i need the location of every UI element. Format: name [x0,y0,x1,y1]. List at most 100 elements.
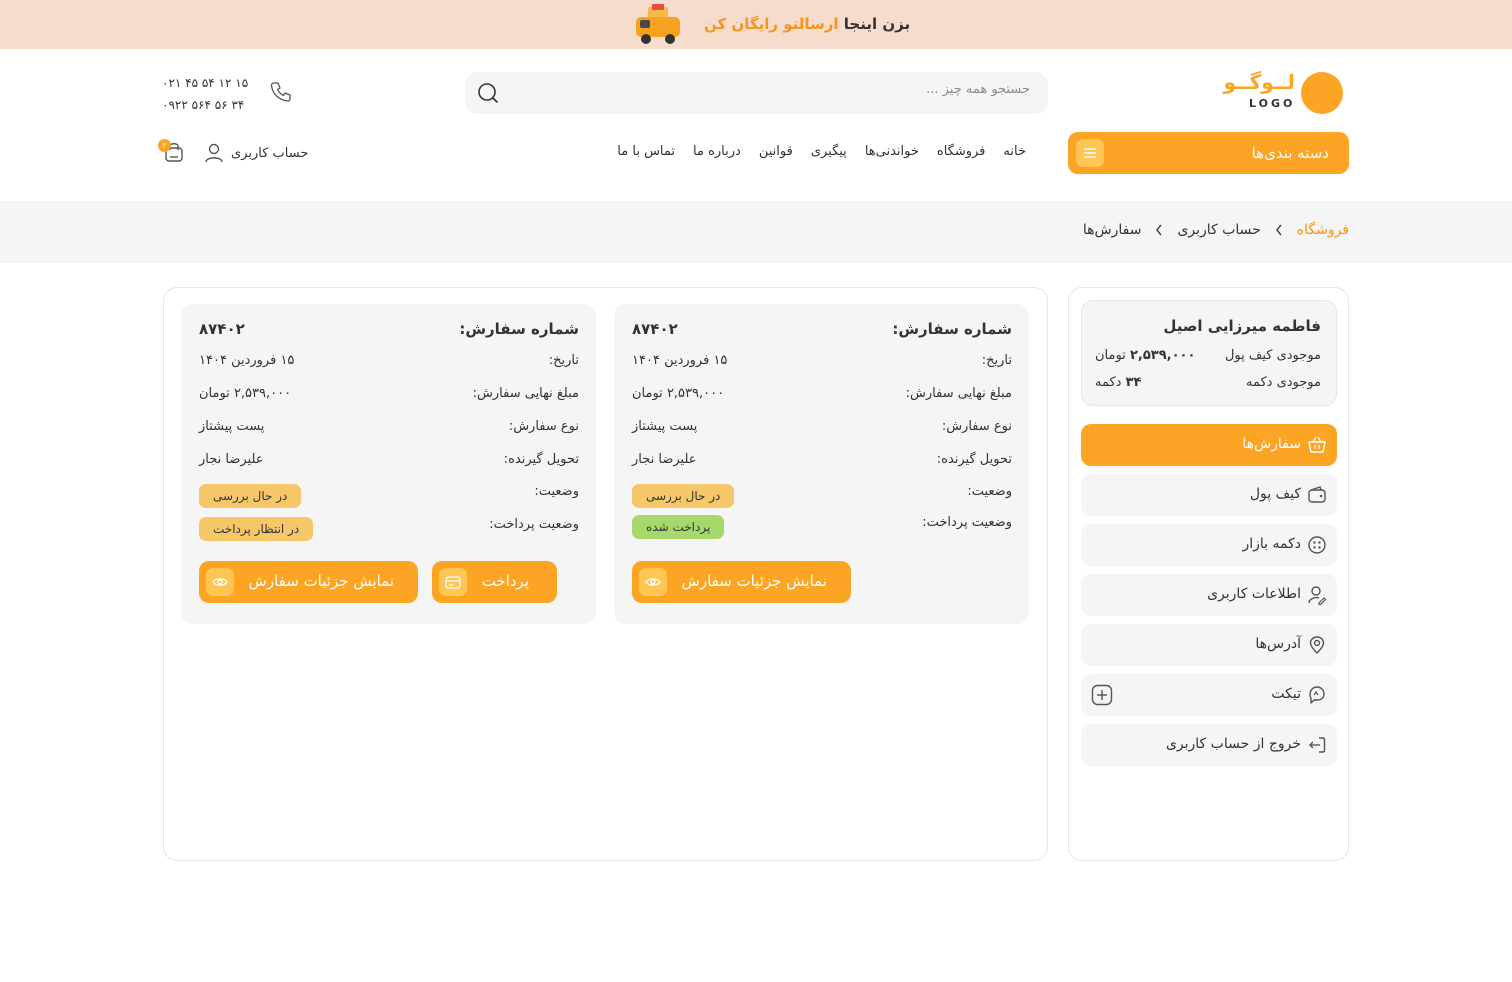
categories-button[interactable]: دسته بندی‌ها [1068,132,1349,174]
sidebar-item-label: اطلاعات کاربری [1207,586,1301,602]
payment-status-badge: پرداخت شده [632,515,725,539]
order-number-label: شماره سفارش: [459,320,579,338]
order-amount-label: مبلغ نهایی سفارش: [472,386,579,401]
phone-icon [270,82,291,102]
phone-number-2[interactable]: ۰۹۲۲ ۵۶۴ ۵۶ ۳۴ [162,94,272,116]
menu-item-home[interactable]: خانه [1003,144,1026,159]
cart-count-badge: ۲ [158,139,171,152]
sidebar-item-addresses[interactable]: آدرس‌ها [1081,624,1337,666]
wallet-balance-label: موجودی کیف پول [1224,348,1321,363]
order-status-badge: در حال بررسی [632,484,735,508]
menu-item-rules[interactable]: قوانین [759,144,793,159]
coin-balance-unit: دکمه [1095,375,1122,390]
account-link[interactable]: حساب کاربری [203,142,308,164]
order-status-label: وضعیت: [534,484,579,499]
order-card: شماره سفارش: ۸۷۴۰۲ تاریخ: ۱۵ فروردین ۱۴۰… [614,304,1029,624]
order-date: ۱۵ فروردین ۱۴۰۴ [199,353,295,368]
categories-label: دسته بندی‌ها [1251,144,1329,162]
sidebar-item-ticket[interactable]: تیکت [1081,674,1337,716]
ticket-icon [1309,686,1325,704]
sidebar-item-orders[interactable]: سفارش‌ها [1081,424,1337,466]
order-receiver-label: تحویل گیرنده: [503,452,579,467]
banner-text[interactable]: بزن اینجا ارسالتو رایگان کن [704,15,910,33]
search-icon[interactable] [477,82,499,104]
user-edit-icon [1308,586,1327,605]
promo-banner[interactable]: بزن اینجا ارسالتو رایگان کن [0,0,1512,49]
order-date-label: تاریخ: [981,353,1012,368]
sidebar-item-wallet[interactable]: کیف پول [1081,474,1337,516]
sidebar-item-logout[interactable]: خروج از حساب کاربری [1081,724,1337,766]
order-number-label: شماره سفارش: [892,320,1012,338]
user-icon [205,143,223,163]
sidebar-item-profile[interactable]: اطلاعات کاربری [1081,574,1337,616]
main-menu: خانه فروشگاه خواندنی‌ها پیگیری قوانین در… [617,144,1026,159]
account-sidebar: فاطمه میرزایی اصیل موجودی کیف پول ۲,۵۳۹,… [1068,287,1349,861]
coin-balance-label: موجودی دکمه [1246,375,1321,390]
order-amount: ۲,۵۳۹,۰۰۰ تومان [632,386,725,401]
pay-button[interactable]: پرداخت [432,561,557,603]
breadcrumb-orders: سفارش‌ها [1082,222,1142,238]
menu-item-blog[interactable]: خواندنی‌ها [865,144,919,159]
payment-status-label: وضعیت پرداخت: [489,517,579,532]
order-details-label: نمایش جزئیات سفارش [681,572,827,590]
sidebar-item-label: سفارش‌ها [1242,436,1301,452]
banner-prefix: بزن اینجا [843,15,911,33]
eye-icon [639,568,667,596]
logo-text[interactable]: لــوگــو [1219,70,1295,94]
wallet-balance-unit: تومان [1095,348,1126,363]
eye-icon [206,568,234,596]
delivery-truck-icon [636,4,680,44]
order-details-button[interactable]: نمایش جزئیات سفارش [199,561,418,603]
breadcrumb-bar: فروشگاه حساب کاربری سفارش‌ها [0,201,1512,263]
basket-icon [1308,436,1326,453]
breadcrumb-shop[interactable]: فروشگاه [1297,222,1349,238]
profile-card: فاطمه میرزایی اصیل موجودی کیف پول ۲,۵۳۹,… [1081,300,1337,406]
order-receiver: علیرضا نجار [632,452,697,467]
phone-numbers: ۰۲۱ ۴۵ ۵۴ ۱۲ ۱۵ ۰۹۲۲ ۵۶۴ ۵۶ ۳۴ [162,72,272,116]
breadcrumb: فروشگاه حساب کاربری سفارش‌ها [1083,222,1349,238]
menu-item-contact[interactable]: تماس با ما [617,144,675,159]
add-ticket-icon[interactable] [1091,684,1113,706]
menu-item-about[interactable]: درباره ما [693,144,741,159]
order-type: پست پیشتاز [199,419,265,434]
logo-text-en: LOGO [1249,97,1296,110]
payment-status-badge: در انتظار پرداخت [199,517,314,541]
menu-item-shop[interactable]: فروشگاه [937,144,986,159]
order-details-button[interactable]: نمایش جزئیات سفارش [632,561,851,603]
wallet-balance-row: موجودی کیف پول ۲,۵۳۹,۰۰۰ تومان [1095,348,1321,363]
order-amount: ۲,۵۳۹,۰۰۰ تومان [199,386,292,401]
order-card: شماره سفارش: ۸۷۴۰۲ تاریخ: ۱۵ فروردین ۱۴۰… [181,304,596,624]
pay-label: پرداخت [481,572,529,590]
sidebar-item-label: آدرس‌ها [1255,636,1301,652]
logout-icon [1309,737,1326,753]
sidebar-item-label: تیکت [1271,686,1301,702]
orders-panel: شماره سفارش: ۸۷۴۰۲ تاریخ: ۱۵ فروردین ۱۴۰… [163,287,1048,861]
order-date: ۱۵ فروردین ۱۴۰۴ [632,353,728,368]
order-type-label: نوع سفارش: [941,419,1012,434]
order-status-badge: در حال بررسی [199,484,302,508]
order-date-label: تاریخ: [548,353,579,368]
logo-mark[interactable] [1301,72,1343,114]
order-receiver: علیرضا نجار [199,452,264,467]
banner-highlight: ارسالتو رایگان کن [704,15,839,33]
order-receiver-label: تحویل گیرنده: [936,452,1012,467]
chevron-left-icon [1275,224,1282,236]
menu-icon [1076,139,1104,167]
sidebar-item-label: دکمه بازار [1242,536,1301,552]
card-icon [439,568,467,596]
order-number: ۸۷۴۰۲ [632,320,678,338]
phone-number-1[interactable]: ۰۲۱ ۴۵ ۵۴ ۱۲ ۱۵ [162,72,272,94]
breadcrumb-account[interactable]: حساب کاربری [1177,222,1260,238]
button-icon [1308,536,1326,554]
user-name: فاطمه میرزایی اصیل [1163,317,1321,335]
sidebar-item-label: خروج از حساب کاربری [1165,736,1301,752]
coin-balance-amount: ۳۴ [1125,375,1142,390]
search-input[interactable] [530,82,1030,97]
order-type: پست پیشتاز [632,419,698,434]
order-number: ۸۷۴۰۲ [199,320,245,338]
menu-item-tracking[interactable]: پیگیری [811,144,847,159]
chevron-left-icon [1156,224,1162,236]
order-amount-label: مبلغ نهایی سفارش: [905,386,1012,401]
order-status-label: وضعیت: [967,484,1012,499]
sidebar-item-button-market[interactable]: دکمه بازار [1081,524,1337,566]
